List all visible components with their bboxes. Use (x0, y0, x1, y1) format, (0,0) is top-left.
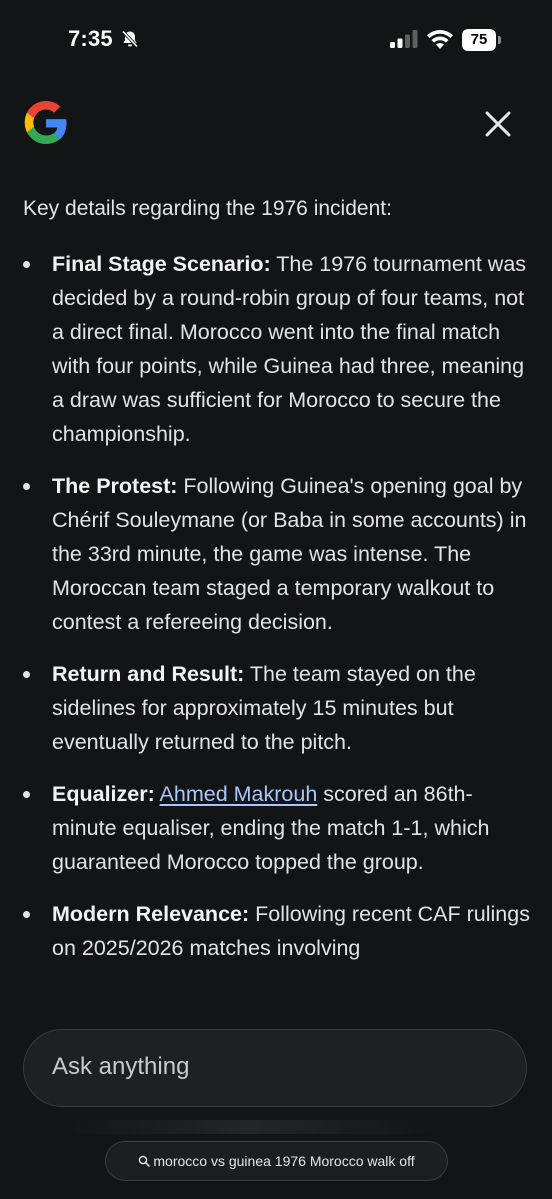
search-icon (139, 1155, 151, 1167)
signal-icon (390, 30, 418, 48)
list-item: Equalizer: Ahmed Makrouh scored an 86th-… (23, 777, 533, 879)
close-icon (485, 111, 511, 137)
status-time: 7:35 (68, 26, 113, 51)
ask-placeholder: Ask anything (52, 1053, 190, 1080)
bullet-dot (23, 791, 30, 798)
google-g-icon (24, 101, 67, 144)
list-item: Modern Relevance: Following recent CAF r… (23, 897, 533, 965)
query-text: morocco vs guinea 1976 Morocco walk off (153, 1153, 415, 1169)
details-list: Final Stage Scenario: The 1976 tournamen… (23, 247, 533, 965)
item-term: Final Stage Scenario: (52, 252, 271, 276)
answer-content: Key details regarding the 1976 incident:… (23, 190, 533, 1010)
list-item: Return and Result: The team stayed on th… (23, 657, 533, 759)
ahmed-makrouh-link[interactable]: Ahmed Makrouh (160, 782, 318, 806)
battery-level: 75 (462, 29, 496, 51)
bullet-dot (23, 671, 30, 678)
battery-indicator: 75 (462, 29, 502, 51)
search-query-chip[interactable]: morocco vs guinea 1976 Morocco walk off (105, 1141, 448, 1181)
intro-text: Key details regarding the 1976 incident: (23, 197, 392, 220)
faded-text-line (60, 1120, 440, 1134)
item-term: Equalizer: (52, 782, 155, 806)
item-text: Following Guinea's opening goal by Chéri… (52, 474, 527, 634)
item-term: Return and Result: (52, 662, 245, 686)
bullet-dot (23, 911, 30, 918)
item-text: The 1976 tournament was decided by a rou… (52, 252, 527, 446)
bullet-dot (23, 483, 30, 490)
bell-muted-icon (121, 30, 139, 48)
wifi-icon (427, 29, 453, 49)
item-term: The Protest: (52, 474, 178, 498)
bullet-dot (23, 261, 30, 268)
battery-cap (498, 36, 501, 44)
list-item: The Protest: Following Guinea's opening … (23, 469, 533, 639)
list-item: Final Stage Scenario: The 1976 tournamen… (23, 247, 533, 451)
status-bar: 7:35 75 (0, 0, 552, 80)
ask-input[interactable]: Ask anything (23, 1029, 527, 1107)
close-button[interactable] (478, 104, 518, 144)
item-term: Modern Relevance: (52, 902, 250, 926)
